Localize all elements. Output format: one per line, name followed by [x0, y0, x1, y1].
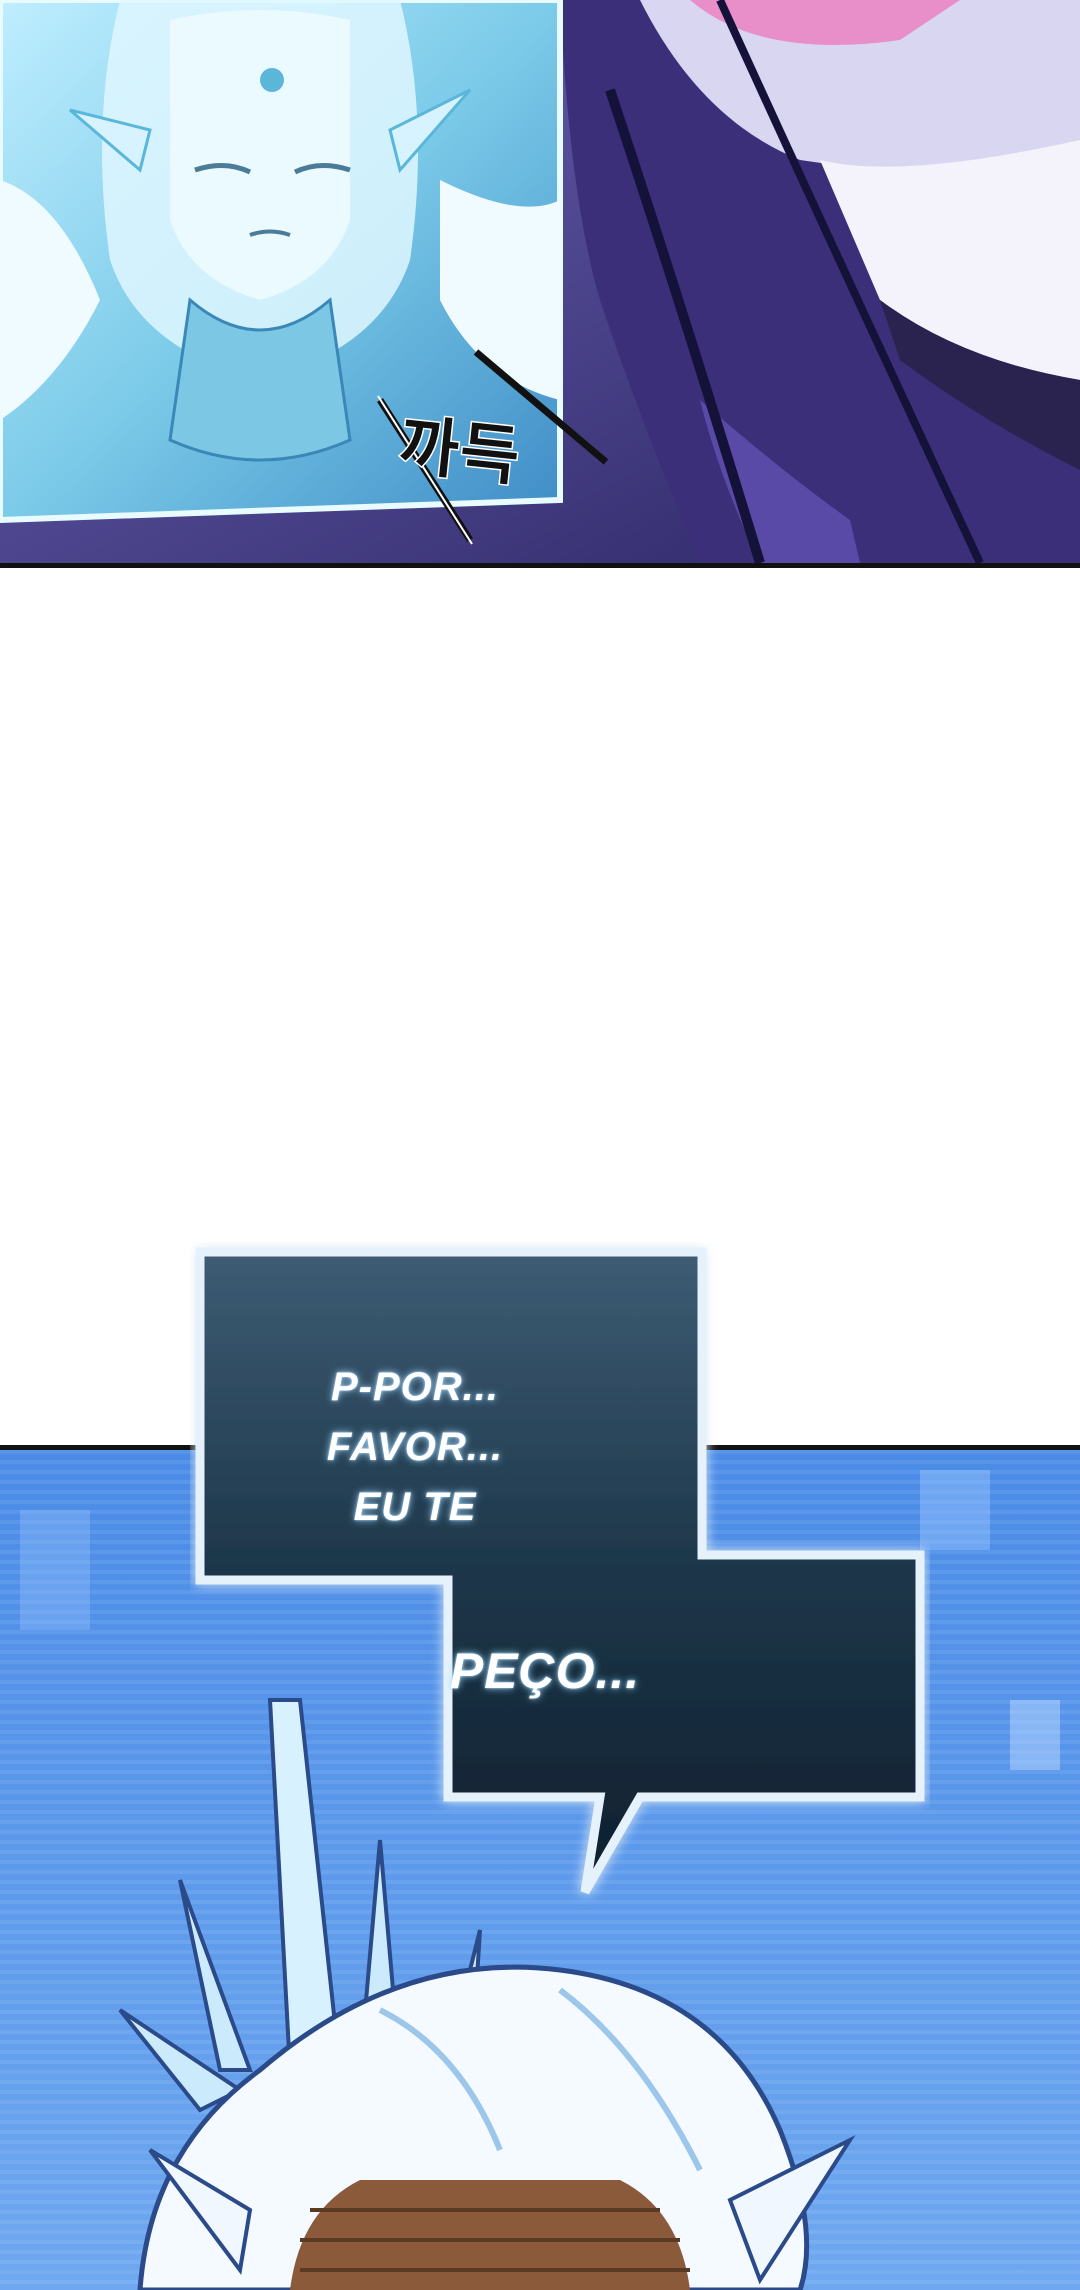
top-comic-panel: 까득	[0, 0, 1080, 568]
speech-bubble-shape	[195, 1247, 925, 1895]
speech-text-i-ask-you: EU TE	[353, 1485, 477, 1529]
speech-bubble: P-POR... FAVOR... EU TE PEÇO...	[190, 1242, 930, 1912]
speech-line-1: P-POR... FAVOR... EU TE	[250, 1357, 580, 1537]
sound-effect-text: 까득	[394, 407, 526, 496]
speech-line-2: PEÇO...	[449, 1643, 641, 1699]
top-panel-art	[0, 0, 1080, 563]
speech-text-please: P-POR... FAVOR...	[326, 1365, 504, 1469]
